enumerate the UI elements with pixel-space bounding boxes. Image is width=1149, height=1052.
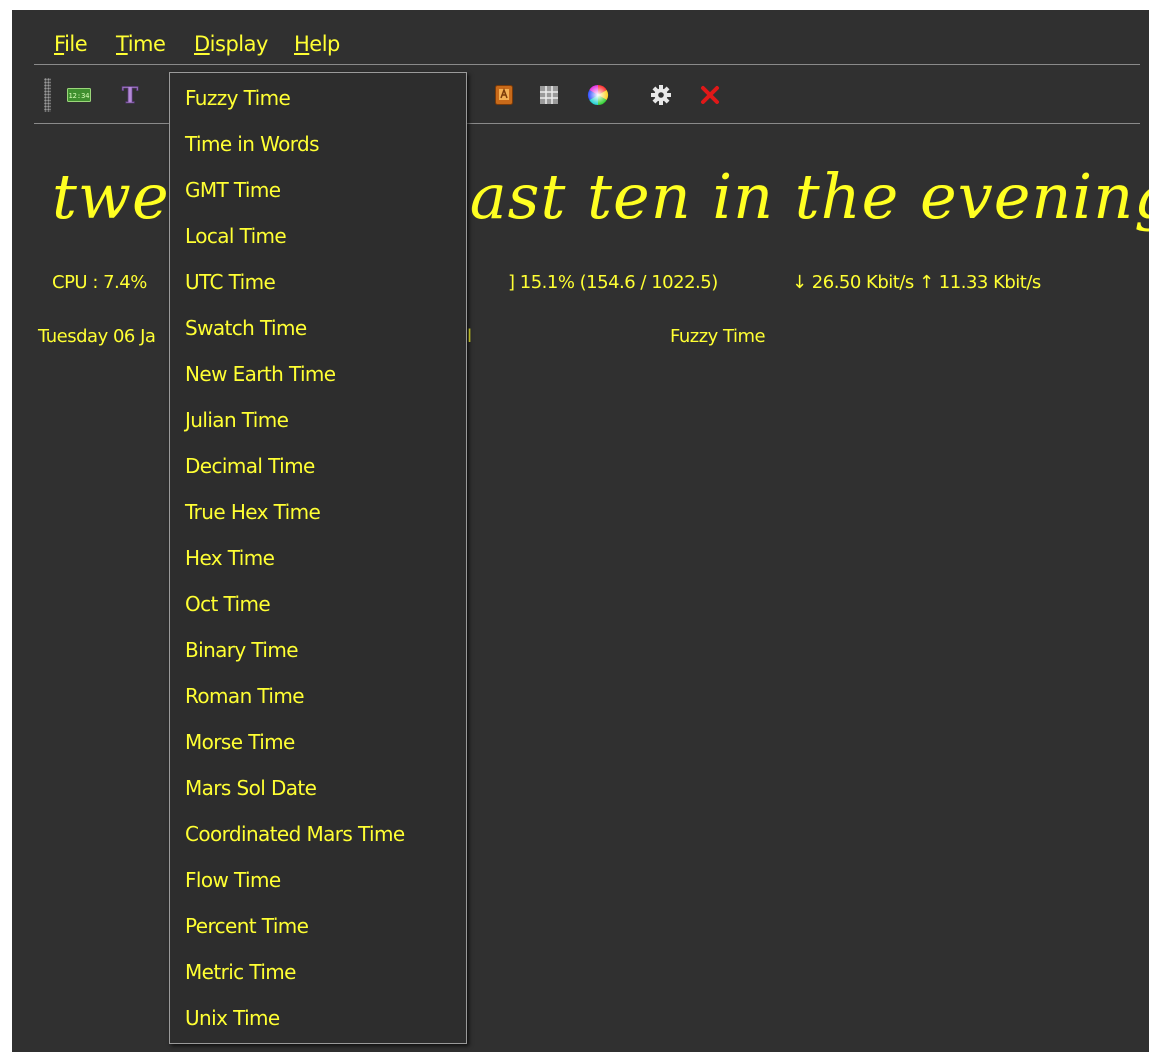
memory-readout: ] 15.1% (154.6 / 1022.5) — [508, 272, 718, 293]
menu-help[interactable]: Help — [294, 32, 340, 56]
menu-time[interactable]: Time — [116, 32, 166, 56]
cpu-readout: CPU : 7.4% — [52, 272, 147, 293]
dropdown-item-decimal-time[interactable]: Decimal Time — [185, 454, 315, 478]
dropdown-item-binary-time[interactable]: Binary Time — [185, 638, 299, 662]
menu-bar: File Time Display Help — [12, 10, 1149, 62]
dropdown-item-roman-time[interactable]: Roman Time — [185, 684, 305, 708]
color-wheel-icon[interactable] — [585, 82, 611, 108]
date-readout: Tuesday 06 Ja — [38, 326, 156, 347]
dropdown-item-julian-time[interactable]: Julian Time — [185, 408, 289, 432]
dropdown-item-coordinated-mars-time[interactable]: Coordinated Mars Time — [185, 822, 405, 846]
svg-text:12:34: 12:34 — [68, 92, 89, 100]
dropdown-item-new-earth-time[interactable]: New Earth Time — [185, 362, 336, 386]
dropdown-item-time-in-words[interactable]: Time in Words — [185, 132, 320, 156]
grid-icon[interactable] — [536, 82, 562, 108]
dropdown-item-oct-time[interactable]: Oct Time — [185, 592, 271, 616]
settings-icon[interactable] — [648, 82, 674, 108]
dropdown-item-fuzzy-time[interactable]: Fuzzy Time — [185, 86, 291, 110]
dropdown-item-metric-time[interactable]: Metric Time — [185, 960, 296, 984]
digital-clock-icon[interactable]: 12:34 — [66, 82, 92, 108]
dropdown-item-morse-time[interactable]: Morse Time — [185, 730, 295, 754]
dropdown-item-true-hex-time[interactable]: True Hex Time — [185, 500, 321, 524]
dropdown-item-mars-sol-date[interactable]: Mars Sol Date — [185, 776, 317, 800]
dropdown-item-flow-time[interactable]: Flow Time — [185, 868, 281, 892]
time-mode-dropdown: Fuzzy Time Time in Words GMT Time Local … — [169, 72, 467, 1044]
dropdown-item-utc-time[interactable]: UTC Time — [185, 270, 276, 294]
network-readout: ↓ 26.50 Kbit/s ↑ 11.33 Kbit/s — [792, 272, 1041, 293]
font-icon[interactable]: T — [117, 82, 143, 108]
dropdown-item-gmt-time[interactable]: GMT Time — [185, 178, 281, 202]
dropdown-item-unix-time[interactable]: Unix Time — [185, 1006, 280, 1030]
menu-display[interactable]: Display — [194, 32, 268, 56]
svg-text:T: T — [122, 83, 139, 107]
menu-separator — [34, 64, 1140, 65]
app-window: File Time Display Help 12:34 T twe ast t… — [12, 10, 1149, 1052]
dropdown-item-hex-time[interactable]: Hex Time — [185, 546, 275, 570]
alarm-icon[interactable] — [491, 82, 517, 108]
menu-file[interactable]: File — [54, 32, 88, 56]
time-mode-label: Fuzzy Time — [670, 326, 766, 347]
date-tail: l — [467, 326, 472, 347]
dropdown-item-percent-time[interactable]: Percent Time — [185, 914, 309, 938]
dropdown-item-local-time[interactable]: Local Time — [185, 224, 287, 248]
dropdown-item-swatch-time[interactable]: Swatch Time — [185, 316, 307, 340]
toolbar-grip[interactable] — [44, 78, 51, 112]
close-icon[interactable] — [697, 82, 723, 108]
